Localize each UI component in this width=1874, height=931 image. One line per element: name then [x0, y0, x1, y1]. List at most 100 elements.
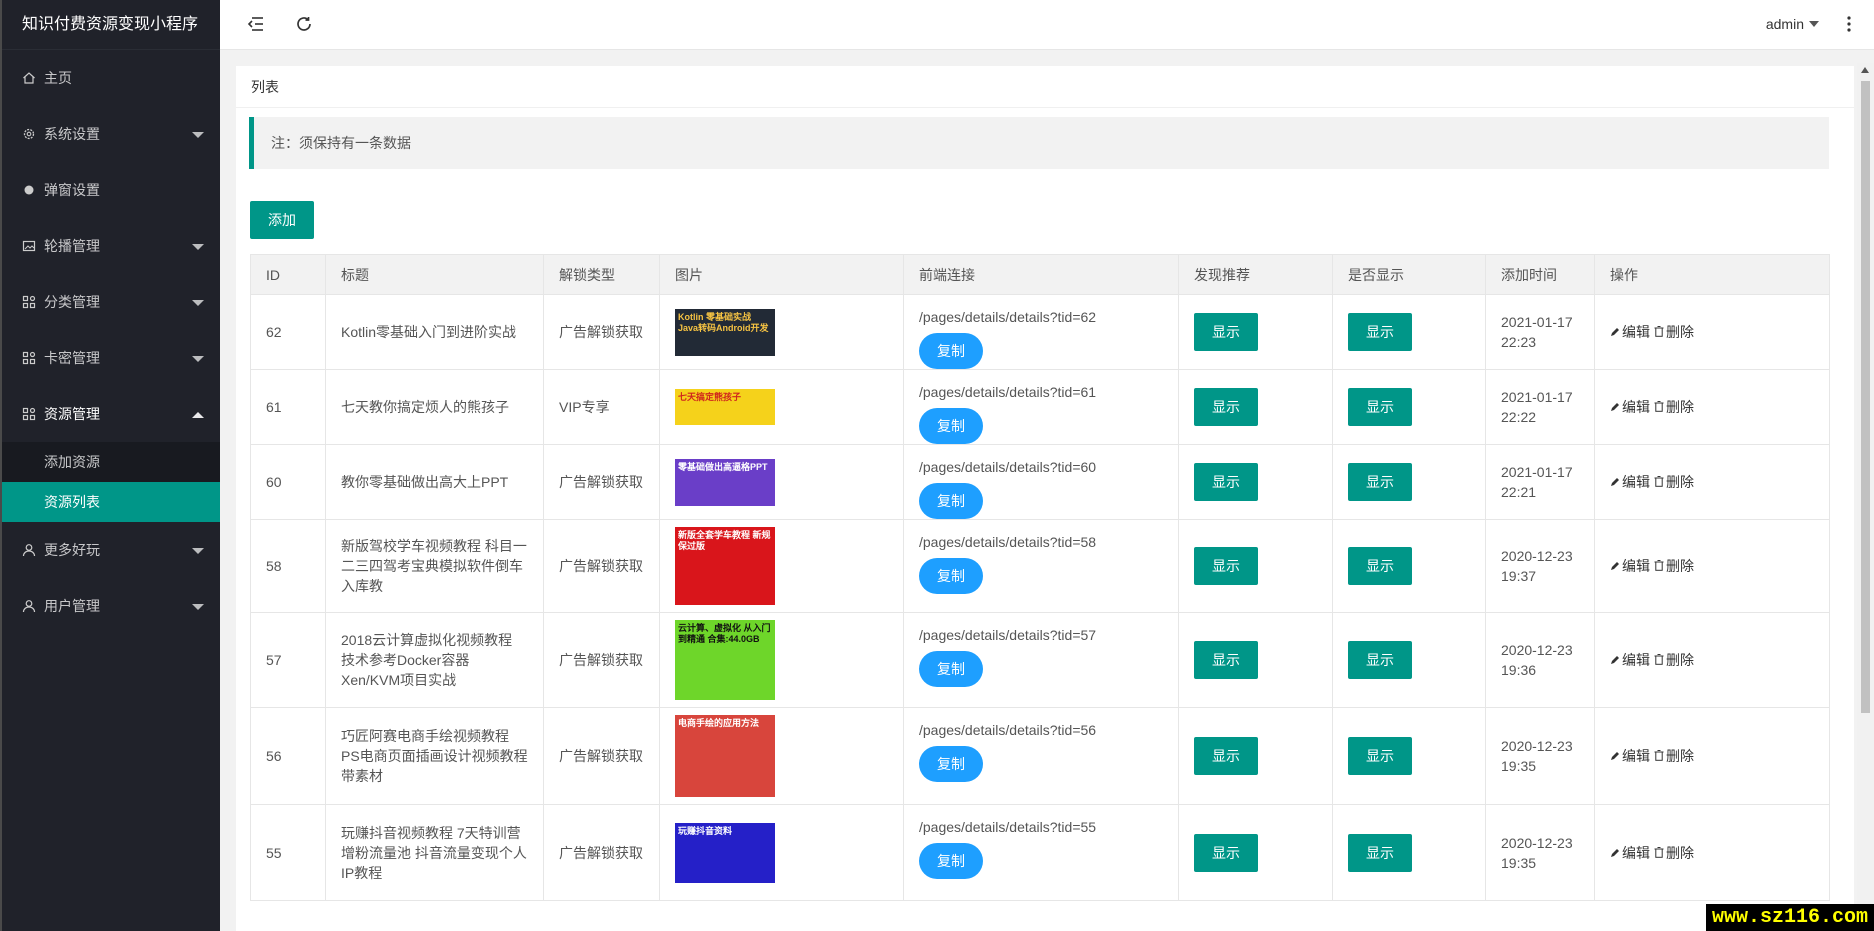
edit-link[interactable]: 编辑: [1610, 399, 1650, 415]
sidebar-item-main-4[interactable]: 分类管理: [2, 274, 220, 330]
edit-link[interactable]: 编辑: [1610, 474, 1650, 490]
sidebar-subitem-1[interactable]: 资源列表: [2, 482, 220, 522]
refresh-icon[interactable]: [295, 15, 315, 35]
edit-link[interactable]: 编辑: [1610, 748, 1650, 764]
thumbnail-image: 零基础做出高逼格PPT: [675, 458, 775, 506]
sidebar-item-after-0[interactable]: 更多好玩: [2, 522, 220, 578]
sidebar-item-main-1[interactable]: 系统设置: [2, 106, 220, 162]
delete-link[interactable]: 删除: [1654, 324, 1694, 340]
date-text: 2020-12-23: [1501, 548, 1573, 564]
cell-added-time: 2020-12-23 19:36: [1485, 612, 1595, 708]
watermark: www.sz116.com: [1705, 904, 1874, 931]
sidebar-subnav: 添加资源 资源列表: [2, 442, 220, 522]
thumbnail-image: 电商手绘的应用方法: [675, 715, 775, 797]
copy-button[interactable]: 复制: [919, 558, 983, 594]
cell-visible: 显示: [1332, 707, 1486, 805]
sidebar-item-main-5[interactable]: 卡密管理: [2, 330, 220, 386]
apps-icon: [22, 276, 36, 309]
copy-button[interactable]: 复制: [919, 651, 983, 687]
chevron-down-icon: [192, 356, 204, 362]
chevron-up-icon: [192, 412, 204, 418]
sidebar-item-after-1[interactable]: 用户管理: [2, 578, 220, 634]
user-menu[interactable]: admin: [1766, 16, 1819, 32]
cell-title: 教你零基础做出高大上PPT: [325, 444, 544, 520]
copy-button[interactable]: 复制: [919, 746, 983, 782]
delete-link[interactable]: 删除: [1654, 748, 1694, 764]
more-vertical-icon[interactable]: [1846, 15, 1852, 33]
chevron-down-icon: [192, 132, 204, 138]
user-name: admin: [1765, 16, 1804, 32]
trash-icon: [1654, 746, 1664, 766]
delete-link[interactable]: 删除: [1654, 845, 1694, 861]
visible-toggle-button[interactable]: 显示: [1348, 388, 1412, 426]
visible-toggle-button[interactable]: 显示: [1348, 833, 1412, 872]
trash-icon: [1654, 397, 1664, 417]
copy-button[interactable]: 复制: [919, 483, 983, 519]
edit-label: 编辑: [1622, 844, 1650, 861]
time-text: 19:36: [1501, 662, 1537, 678]
recommend-toggle-button[interactable]: 显示: [1194, 833, 1258, 872]
cell-id: 60: [250, 444, 326, 520]
link-text: /pages/details/details?tid=57: [919, 627, 1097, 643]
visible-toggle-button[interactable]: 显示: [1348, 313, 1412, 351]
recommend-toggle-button[interactable]: 显示: [1194, 547, 1258, 585]
sidebar-item-main-2[interactable]: 弹窗设置: [2, 162, 220, 218]
home-icon: [22, 52, 36, 84]
copy-button[interactable]: 复制: [919, 843, 983, 879]
copy-button[interactable]: 复制: [919, 408, 983, 444]
recommend-toggle-button[interactable]: 显示: [1194, 313, 1258, 351]
cell-frontend-link: /pages/details/details?tid=55 复制: [903, 804, 1179, 901]
column-header: 是否显示: [1332, 254, 1486, 295]
visible-toggle-button[interactable]: 显示: [1348, 737, 1412, 775]
cell-frontend-link: /pages/details/details?tid=62 复制: [903, 294, 1179, 370]
delete-link[interactable]: 删除: [1654, 558, 1694, 574]
delete-link[interactable]: 删除: [1654, 474, 1694, 490]
scrollbar-thumb[interactable]: [1861, 81, 1870, 713]
sidebar-subitem-0[interactable]: 添加资源: [2, 442, 220, 482]
sidebar-item-main-6[interactable]: 资源管理: [2, 386, 220, 442]
cell-added-time: 2021-01-17 22:21: [1485, 444, 1595, 520]
cell-image: 零基础做出高逼格PPT: [659, 444, 904, 520]
edit-link[interactable]: 编辑: [1610, 558, 1650, 574]
date-text: 2021-01-17: [1501, 389, 1573, 405]
menu-collapse-icon[interactable]: [247, 15, 267, 35]
table-row: 58 新版驾校学车视频教程 科目一二三四驾考宝典模拟软件倒车入库教 广告解锁获取 新版…: [250, 519, 1830, 613]
sidebar: 知识付费资源变现小程序 主页 系统设置 弹窗设置 轮播管理 分类管理 卡密管理 资源管理 添加…: [0, 0, 220, 931]
cell-recommend: 显示: [1178, 707, 1333, 805]
pencil-icon: [1610, 322, 1620, 342]
edit-link[interactable]: 编辑: [1610, 324, 1650, 340]
apps-icon: [22, 332, 36, 365]
chevron-down-icon: [192, 548, 204, 554]
sidebar-item-main-3[interactable]: 轮播管理: [2, 218, 220, 274]
cell-visible: 显示: [1332, 294, 1486, 370]
thumbnail-image: Kotlin 零基础实战 Java转码Android开发: [675, 308, 775, 356]
list-card: 列表 注：须保持有一条数据 添加 ID 标题 解锁类型 图片 前端连接 发现推荐 是否显示添…: [236, 66, 1854, 931]
chevron-down-icon: [192, 604, 204, 610]
column-header: 图片: [659, 254, 904, 295]
cell-unlock-type: 广告解锁获取: [543, 519, 660, 613]
delete-link[interactable]: 删除: [1654, 652, 1694, 668]
column-header: 标题: [325, 254, 544, 295]
recommend-toggle-button[interactable]: 显示: [1194, 641, 1258, 679]
recommend-toggle-button[interactable]: 显示: [1194, 737, 1258, 775]
scrollbar[interactable]: [1857, 63, 1874, 931]
recommend-toggle-button[interactable]: 显示: [1194, 463, 1258, 501]
gear-icon: [22, 108, 36, 140]
table-row: 60 教你零基础做出高大上PPT 广告解锁获取 零基础做出高逼格PPT/pages/d…: [250, 444, 1830, 520]
delete-link[interactable]: 删除: [1654, 399, 1694, 415]
sidebar-item-main-0[interactable]: 主页: [2, 50, 220, 106]
cell-visible: 显示: [1332, 804, 1486, 901]
sidebar-item-label: 资源管理: [44, 406, 100, 422]
visible-toggle-button[interactable]: 显示: [1348, 463, 1412, 501]
edit-link[interactable]: 编辑: [1610, 652, 1650, 668]
visible-toggle-button[interactable]: 显示: [1348, 641, 1412, 679]
edit-link[interactable]: 编辑: [1610, 845, 1650, 861]
add-button[interactable]: 添加: [250, 201, 314, 239]
recommend-toggle-button[interactable]: 显示: [1194, 388, 1258, 426]
copy-button[interactable]: 复制: [919, 333, 983, 369]
link-text: /pages/details/details?tid=55: [919, 819, 1097, 835]
pencil-icon: [1610, 843, 1620, 863]
table-row: 57 2018云计算虚拟化视频教程 技术参考Docker容器Xen/KVM项目实战…: [250, 612, 1830, 708]
visible-toggle-button[interactable]: 显示: [1348, 547, 1412, 585]
scroll-up-arrow-icon[interactable]: [1861, 67, 1869, 73]
